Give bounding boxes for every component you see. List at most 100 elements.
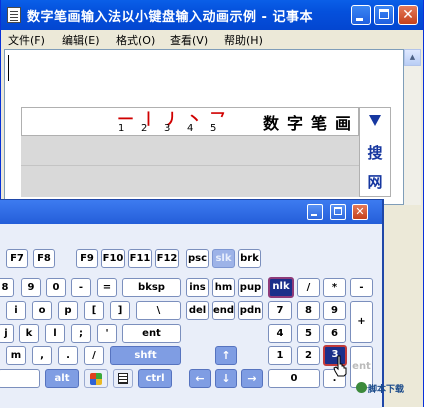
key-windows[interactable] [84,369,108,388]
search-sidebar[interactable]: 搜 网 [359,107,391,197]
key-numpad-8[interactable]: 8 [297,301,320,320]
key-numpad-2[interactable]: 2 [297,346,320,365]
side-char-2[interactable]: 网 [360,171,390,192]
windows-logo-icon [90,373,102,385]
key-arrow-right[interactable]: → [241,369,263,388]
key-numpad-plus[interactable]: + [350,301,373,343]
window-title: 数字笔画输入法以小键盘输入动画示例 - 记事本 [27,10,313,25]
side-char-1[interactable]: 搜 [360,142,390,163]
heading-char-2: 字 [287,114,304,133]
key-application[interactable] [113,369,133,388]
key-j[interactable]: j [0,324,14,343]
key-numpad-5[interactable]: 5 [297,324,320,343]
menu-bar: 文件(F) 编辑(E) 格式(O) 查看(V) 帮助(H) [1,30,423,48]
stroke-row: 一1 丨2 丿3 丶4 乛5 数 字 笔 画 [21,107,359,136]
dropdown-arrow-icon[interactable] [369,115,381,126]
notepad-icon [7,7,21,23]
key-scroll-lock[interactable]: slk [212,249,235,268]
key-page-up[interactable]: pup [238,278,263,297]
key-insert[interactable]: ins [186,278,209,297]
heading-char-3: 笔 [311,114,328,133]
key-numpad-0[interactable]: 0 [268,369,320,388]
key-f9[interactable]: F9 [76,249,98,268]
menu-view[interactable]: 查看(V) [170,32,208,48]
key-open-bracket[interactable]: [ [84,301,104,320]
heading-char-1: 数 [263,114,280,133]
key-i[interactable]: i [6,301,26,320]
key-o[interactable]: o [32,301,52,320]
key-right-alt[interactable]: alt [45,369,79,388]
watermark-logo-icon [356,382,367,393]
key-8-main[interactable]: 8 [0,278,14,297]
keyboard-close-button[interactable]: ✕ [352,204,368,220]
key-f12[interactable]: F12 [155,249,179,268]
text-caret [8,55,9,81]
key-arrow-left[interactable]: ← [189,369,211,388]
key-home[interactable]: hm [212,278,235,297]
menu-edit[interactable]: 编辑(E) [62,32,100,48]
key-backslash[interactable]: \ [136,301,181,320]
key-numpad-6[interactable]: 6 [323,324,346,343]
key-9-main[interactable]: 9 [21,278,41,297]
key-equals[interactable]: = [97,278,117,297]
key-num-lock[interactable]: nlk [268,277,294,298]
key-period[interactable]: . [58,346,78,365]
close-icon: ✕ [355,205,365,218]
key-l[interactable]: l [45,324,65,343]
menu-file[interactable]: 文件(F) [8,32,45,48]
key-delete[interactable]: del [186,301,209,320]
key-break[interactable]: brk [238,249,261,268]
key-f7[interactable]: F7 [6,249,28,268]
key-numpad-4[interactable]: 4 [268,324,292,343]
vertical-scrollbar[interactable]: ▲ [404,49,421,205]
keyboard-minimize-button[interactable] [307,204,323,220]
key-quote[interactable]: ' [97,324,117,343]
minimize-icon [352,6,370,24]
key-slash[interactable]: / [84,346,104,365]
key-numpad-7[interactable]: 7 [268,301,292,320]
maximize-icon [375,6,393,24]
key-arrow-up[interactable]: ↑ [215,346,237,365]
key-numpad-9[interactable]: 9 [323,301,346,320]
keyboard-maximize-button[interactable] [330,204,346,220]
watermark-text: 脚本下载 [368,385,405,395]
key-p[interactable]: p [58,301,78,320]
menu-format[interactable]: 格式(O) [116,32,155,48]
key-k[interactable]: k [19,324,39,343]
menu-help[interactable]: 帮助(H) [224,32,263,48]
minimize-button[interactable] [351,5,371,25]
key-numpad-1[interactable]: 1 [268,346,292,365]
key-page-down[interactable]: pdn [238,301,263,320]
candidate-row [21,136,359,166]
key-print-screen[interactable]: psc [186,249,209,268]
key-right-ctrl[interactable]: ctrl [138,369,172,388]
key-space[interactable] [0,369,40,388]
stroke-input-panel: 一1 丨2 丿3 丶4 乛5 数 字 笔 画 搜 网 [21,107,391,197]
key-right-shift[interactable]: shft [110,346,181,365]
key-m[interactable]: m [6,346,26,365]
key-numpad-divide[interactable]: / [297,278,320,297]
key-f10[interactable]: F10 [101,249,125,268]
close-icon: ✕ [402,7,414,23]
keyboard-titlebar[interactable]: ✕ [0,200,382,224]
key-numpad-minus[interactable]: - [350,278,373,297]
key-comma[interactable]: , [32,346,52,365]
menu-list-icon [118,373,128,384]
key-numpad-multiply[interactable]: * [323,278,346,297]
scroll-up-button[interactable]: ▲ [404,49,421,66]
key-0-main[interactable]: 0 [46,278,66,297]
close-button[interactable]: ✕ [398,5,418,25]
key-backspace[interactable]: bksp [122,278,181,297]
maximize-button[interactable] [374,5,394,25]
key-enter[interactable]: ent [122,324,181,343]
key-f8[interactable]: F8 [33,249,55,268]
key-f11[interactable]: F11 [128,249,152,268]
key-end[interactable]: end [212,301,235,320]
heading-char-4: 画 [335,114,352,133]
key-close-bracket[interactable]: ] [110,301,130,320]
notepad-titlebar[interactable]: 数字笔画输入法以小键盘输入动画示例 - 记事本 ✕ [1,0,423,30]
hand-pointer-icon [333,355,347,377]
key-semicolon[interactable]: ; [71,324,91,343]
key-arrow-down[interactable]: ↓ [215,369,237,388]
key-minus[interactable]: - [71,278,91,297]
